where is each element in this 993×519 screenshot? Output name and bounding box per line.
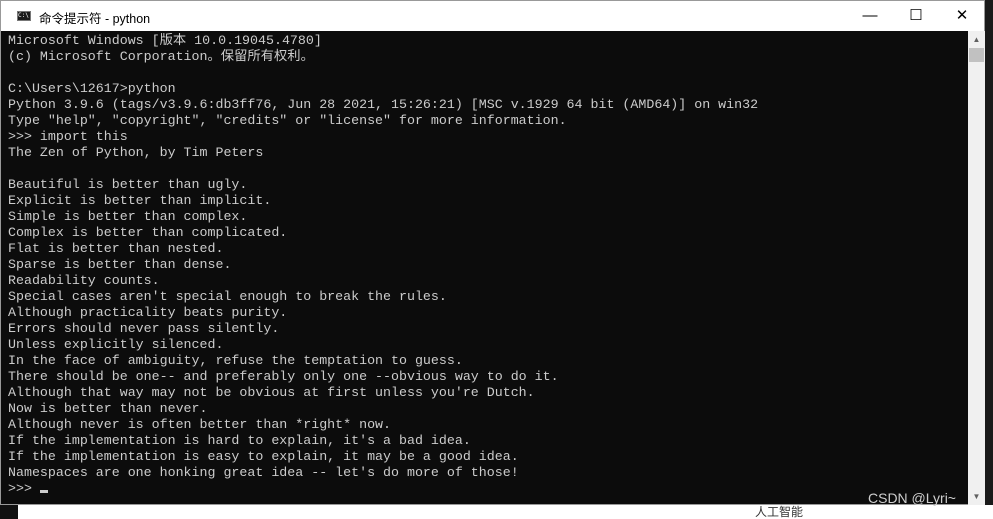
console-line: Beautiful is better than ugly. (8, 177, 248, 192)
console-prompt: >>> (8, 481, 32, 496)
console-line: C:\Users\12617>python (8, 81, 176, 96)
console-line: Type "help", "copyright", "credits" or "… (8, 113, 567, 128)
console-line: (c) Microsoft Corporation。保留所有权利。 (8, 49, 314, 64)
text-cursor (39, 490, 48, 493)
console-line: Although that way may not be obvious at … (8, 385, 535, 400)
console-line: Sparse is better than dense. (8, 257, 232, 272)
console-line: Python 3.9.6 (tags/v3.9.6:db3ff76, Jun 2… (8, 97, 759, 112)
background-window-edge-right (985, 0, 993, 505)
console-line: Errors should never pass silently. (8, 321, 280, 336)
console-line: In the face of ambiguity, refuse the tem… (8, 353, 463, 368)
console-line: Flat is better than nested. (8, 241, 224, 256)
scroll-down-arrow-icon[interactable]: ▼ (968, 488, 985, 505)
cmd-icon: C:\ (17, 11, 31, 21)
console-line: Namespaces are one honking great idea --… (8, 465, 519, 480)
watermark: CSDN @Lyri~ (868, 490, 956, 506)
window-title: 命令提示符 - python (39, 12, 151, 26)
console-line: Now is better than never. (8, 401, 208, 416)
background-text: 人工智能 (755, 505, 804, 519)
maximize-button[interactable]: ☐ (893, 1, 939, 31)
console-line: The Zen of Python, by Tim Peters (8, 145, 264, 160)
console-line: Unless explicitly silenced. (8, 337, 224, 352)
console-line: Simple is better than complex. (8, 209, 248, 224)
console-line: Readability counts. (8, 273, 160, 288)
title-bar[interactable]: C:\ 命令提示符 - python — ☐ ✕ (1, 1, 984, 31)
console-output[interactable]: Microsoft Windows [版本 10.0.19045.4780] (c… (8, 33, 966, 503)
background-dark-block (0, 505, 18, 519)
console-line: If the implementation is hard to explain… (8, 433, 471, 448)
console-prompt-line[interactable]: >>> (8, 481, 966, 497)
console-line: Although never is often better than *rig… (8, 417, 392, 432)
console-line: >>> import this (8, 129, 128, 144)
console-line: Complex is better than complicated. (8, 225, 288, 240)
background-page-strip: 人工智能 (0, 505, 993, 519)
console-line: Special cases aren't special enough to b… (8, 289, 447, 304)
scroll-up-arrow-icon[interactable]: ▲ (968, 31, 985, 48)
console-line: Explicit is better than implicit. (8, 193, 272, 208)
scrollbar-thumb[interactable] (969, 48, 984, 62)
vertical-scrollbar[interactable]: ▲ ▼ (968, 31, 985, 505)
minimize-button[interactable]: — (847, 1, 893, 31)
close-button[interactable]: ✕ (939, 1, 985, 31)
console-line: Microsoft Windows [版本 10.0.19045.4780] (8, 33, 322, 48)
console-line: There should be one-- and preferably onl… (8, 369, 559, 384)
console-line: If the implementation is easy to explain… (8, 449, 519, 464)
cmd-window: C:\ 命令提示符 - python — ☐ ✕ Microsoft Windo… (0, 0, 985, 505)
console-line: Although practicality beats purity. (8, 305, 288, 320)
